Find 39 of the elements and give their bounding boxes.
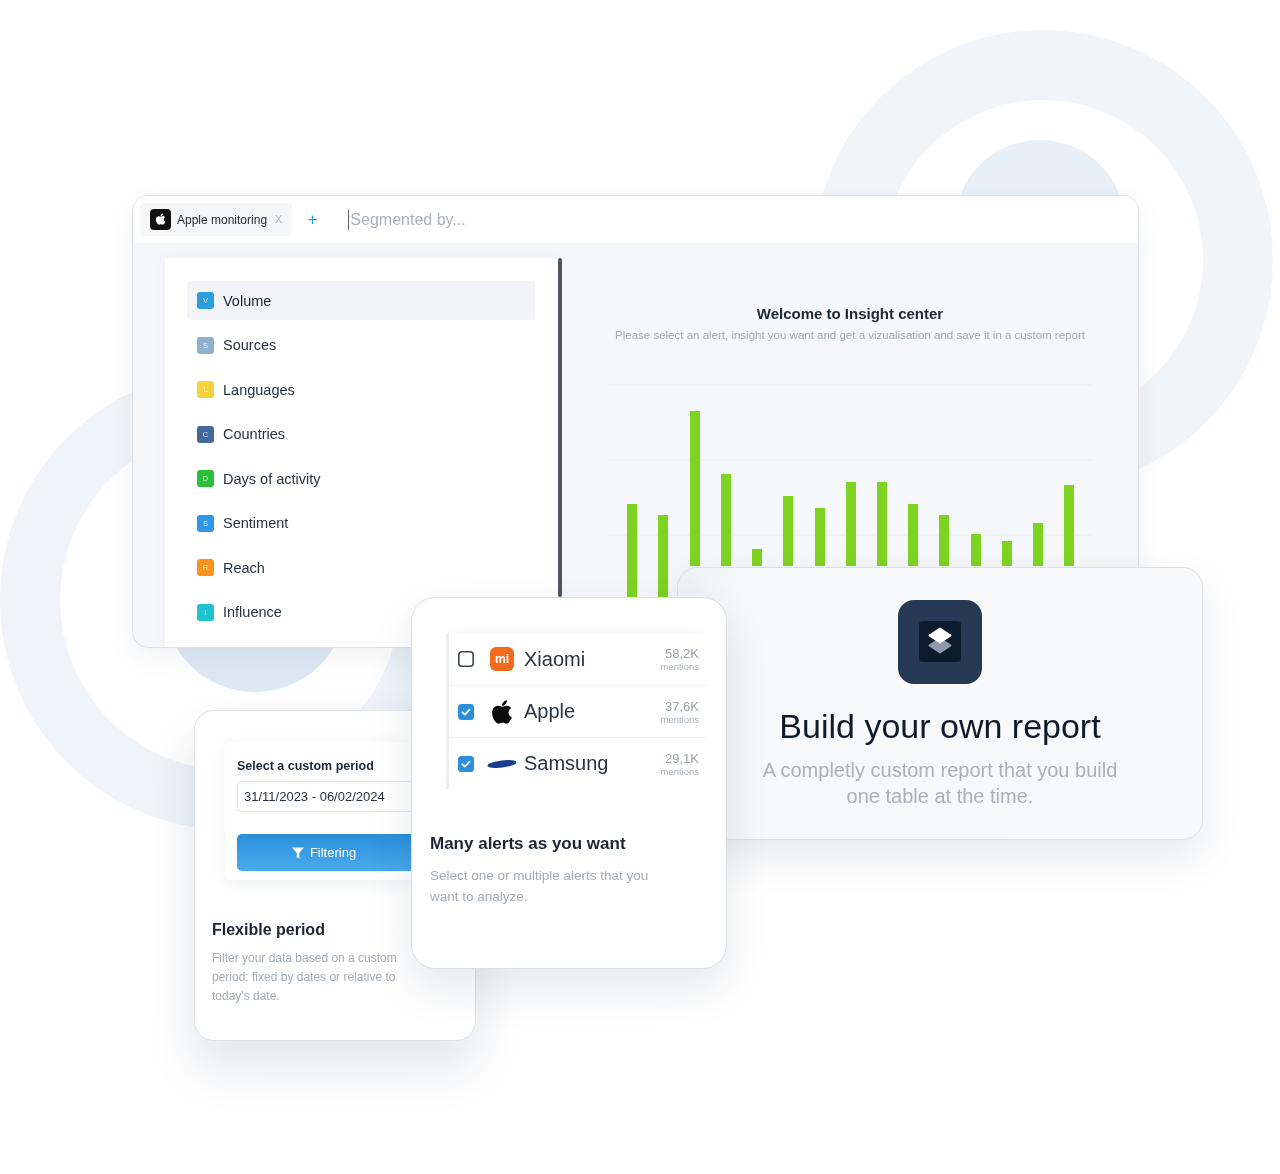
chart-bar [939, 515, 949, 566]
scrollbar[interactable] [558, 258, 562, 597]
mentions-label: mentions [660, 661, 699, 672]
field-label: Select a custom period [237, 758, 374, 774]
checkbox[interactable] [458, 755, 474, 772]
alert-name: Samsung [524, 752, 609, 775]
date-field[interactable]: 31/11/2023 - 06/02/2024 [237, 781, 411, 812]
mentions-label: mentions [660, 713, 699, 725]
search-field[interactable]: Segmented by... [348, 209, 649, 230]
chart-bar [1033, 523, 1043, 566]
alert-name: Xiaomi [524, 647, 586, 671]
funnel-icon [291, 846, 304, 859]
checkbox[interactable] [458, 703, 474, 720]
oval-logo-icon [487, 758, 517, 769]
chart-bar [783, 496, 793, 566]
card-description: Select one or multiple alerts that you want to analyze. [430, 867, 650, 906]
card-title: Many alerts as you want [430, 834, 626, 854]
alert-name: Apple [524, 700, 576, 723]
tab[interactable]: Apple monitoring X [140, 203, 293, 236]
card-title: Flexible period [212, 920, 325, 940]
card-description: Filter your data based on a custom period: fixed by dates or relative to today's date. [212, 950, 398, 1005]
welcome-title: Welcome to Insight center [756, 305, 944, 323]
mention-count: 29,1K [665, 750, 699, 766]
report-description: A completly custom report that you build one table at the time. [761, 758, 1119, 809]
chart-bar [908, 504, 918, 566]
layers-icon [898, 600, 982, 684]
mention-count: 58,2K [665, 646, 699, 661]
report-title: Build your own report [779, 706, 1101, 746]
mi-logo: mi [490, 647, 514, 671]
mention-count: 37,6K [665, 698, 699, 714]
apple-icon [490, 699, 514, 724]
chart-bar [971, 534, 981, 566]
checkbox[interactable] [458, 651, 474, 667]
mentions-label: mentions [660, 765, 699, 777]
chart-bar [1002, 541, 1012, 566]
chart-bar [752, 549, 762, 566]
chart-bar [815, 508, 825, 566]
welcome-subtitle: Please select an alert, insight you want and get a vizualisation and save it in a custom report [615, 328, 1085, 342]
apple-icon [150, 209, 171, 230]
